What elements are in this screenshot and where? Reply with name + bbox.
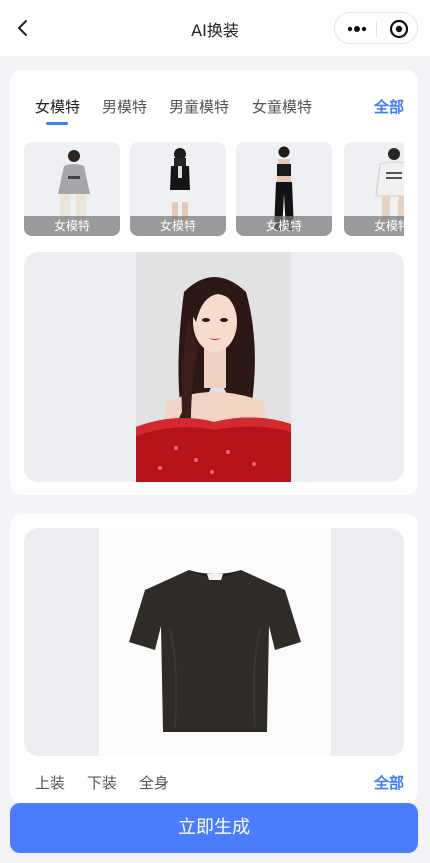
model-thumbnail[interactable]: 女模特 xyxy=(236,142,332,236)
tab-male-model[interactable]: 男模特 xyxy=(102,96,147,117)
tab-girl-model[interactable]: 女童模特 xyxy=(252,96,312,117)
nav-bar: AI换装 xyxy=(0,0,430,56)
thumbnail-label: 女模特 xyxy=(344,216,404,236)
clothes-all-link[interactable]: 全部 xyxy=(374,772,404,793)
model-photo xyxy=(136,252,291,482)
clothes-photo xyxy=(99,528,331,756)
model-thumbnail[interactable]: 女模特 xyxy=(344,142,404,236)
more-dots-icon xyxy=(347,26,367,32)
model-thumbnail-list: 女模特 女模特 女模特 女模特 xyxy=(24,142,404,236)
models-all-link[interactable]: 全部 xyxy=(374,96,404,117)
clothes-selection-card: 上装 下装 全身 全部 xyxy=(10,514,418,804)
tab-boy-model[interactable]: 男童模特 xyxy=(169,96,229,117)
more-button[interactable] xyxy=(341,19,371,39)
clothes-category-tabs: 上装 下装 全身 全部 xyxy=(10,772,418,796)
model-thumbnail[interactable]: 女模特 xyxy=(24,142,120,236)
thumbnail-label: 女模特 xyxy=(236,216,332,236)
model-thumbnail[interactable]: 女模特 xyxy=(130,142,226,236)
thumbnail-label: 女模特 xyxy=(130,216,226,236)
selected-model-preview xyxy=(24,252,404,482)
tab-bottoms[interactable]: 下装 xyxy=(87,772,117,793)
selected-clothes-preview xyxy=(24,528,404,756)
model-category-tabs: 女模特 男模特 男童模特 女童模特 全部 xyxy=(10,96,418,120)
tab-full-body[interactable]: 全身 xyxy=(139,772,169,793)
tab-tops[interactable]: 上装 xyxy=(35,772,65,793)
close-mini-program-button[interactable] xyxy=(388,18,410,40)
capsule-divider xyxy=(376,21,377,37)
tshirt-icon xyxy=(99,528,331,756)
generate-button[interactable]: 立即生成 xyxy=(10,803,418,853)
female-model-portrait-icon xyxy=(136,252,291,482)
active-tab-indicator xyxy=(46,122,68,125)
model-selection-card: 女模特 男模特 男童模特 女童模特 全部 女模特 女模特 女模特 女模特 xyxy=(10,70,418,495)
tab-female-model[interactable]: 女模特 xyxy=(35,96,80,117)
target-circle-icon xyxy=(389,19,409,39)
thumbnail-label: 女模特 xyxy=(24,216,120,236)
mini-program-capsule xyxy=(334,12,418,44)
